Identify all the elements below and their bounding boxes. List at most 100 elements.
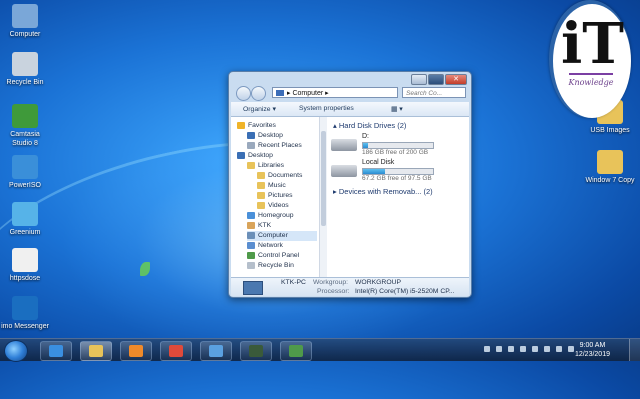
view-options-button[interactable]: ▦ ▾ (391, 105, 403, 113)
chrome-taskbar-button[interactable] (160, 341, 192, 361)
desktop-shortcut[interactable]: PowerISO (0, 155, 50, 190)
drive-item[interactable]: Local Disk 67.2 GB free of 97.5 GB (331, 159, 467, 183)
display-taskbar-button[interactable] (200, 341, 232, 361)
nav-item[interactable]: Homegroup (247, 211, 317, 221)
desktop-shortcut[interactable]: Greenium (0, 202, 50, 237)
desktop-shortcut[interactable]: Recycle Bin (0, 52, 50, 87)
document-icon (12, 248, 38, 272)
title-bar[interactable]: ✕ (229, 72, 471, 86)
desktop-shortcut-label: Computer (9, 31, 41, 38)
tray-icon[interactable] (544, 346, 550, 352)
group-hard-disk-drives[interactable]: ▴ Hard Disk Drives (2) (333, 121, 406, 130)
nav-item[interactable]: Music (257, 181, 317, 191)
nav-item-icon (237, 151, 245, 159)
content-pane: ▴ Hard Disk Drives (2) D: 186 GB free of … (327, 117, 469, 277)
camtasia-taskbar-button[interactable] (280, 341, 312, 361)
clock-time: 9:00 AM (579, 342, 606, 349)
logo-bar (569, 73, 613, 75)
nav-item[interactable]: Libraries (247, 161, 317, 171)
imo-icon (12, 296, 38, 320)
nav-item-icon (247, 161, 255, 169)
volume-icon[interactable] (568, 346, 574, 352)
app-taskbar-button[interactable] (240, 341, 272, 361)
tray-icon[interactable] (520, 346, 526, 352)
desktop-shortcut-label: Camtasia Studio 8 (10, 131, 40, 147)
desktop-shortcut[interactable]: Computer (0, 4, 50, 39)
minimize-button[interactable] (411, 74, 427, 85)
show-desktop-button[interactable] (629, 339, 640, 361)
workgroup-label: Workgroup: (313, 279, 349, 286)
computer-small-icon (276, 90, 284, 96)
channel-logo: iT Knowledge (549, 0, 631, 118)
nav-item[interactable]: Desktop (237, 151, 317, 161)
logo-letters: iT (561, 11, 624, 77)
nav-item-label: Libraries (258, 162, 285, 169)
nav-item-label: Pictures (268, 192, 293, 199)
tray-icon[interactable] (484, 346, 490, 352)
desktop-shortcut-label: Recycle Bin (6, 79, 44, 86)
processor-value: Intel(R) Core(TM) i5-2520M CP... (355, 288, 455, 295)
drive-free-space: 186 GB free of 200 GB (362, 149, 429, 156)
desktop-shortcut[interactable]: httpsdose (0, 248, 50, 283)
nav-item[interactable]: Network (247, 241, 317, 251)
tray-icon[interactable] (496, 346, 502, 352)
nav-item-label: Recent Places (258, 142, 302, 149)
nav-item[interactable]: Control Panel (247, 251, 317, 261)
drive-usage-bar (362, 142, 434, 149)
nav-item[interactable]: Videos (257, 201, 317, 211)
maximize-button[interactable] (428, 74, 444, 85)
desktop-shortcut[interactable]: imo Messenger (0, 296, 50, 331)
tray-icon[interactable] (508, 346, 514, 352)
drive-usage-fill (363, 143, 368, 148)
network-icon[interactable] (556, 346, 562, 352)
nav-item-icon (247, 231, 255, 239)
back-button[interactable] (236, 86, 251, 101)
poweriso-icon (12, 155, 38, 179)
desktop-shortcut-label: Window 7 Copy (585, 177, 635, 184)
computer-icon (243, 281, 263, 295)
nav-item-icon (257, 181, 265, 189)
drive-name: Local Disk (362, 159, 395, 166)
desktop-shortcut[interactable]: Camtasia Studio 8 (0, 104, 50, 148)
workgroup-value: WORKGROUP (355, 279, 402, 286)
ie-taskbar-button[interactable] (40, 341, 72, 361)
system-properties-button[interactable]: System properties (299, 105, 354, 112)
explorer-taskbar-button[interactable] (80, 341, 112, 361)
app-icon (289, 345, 303, 357)
group-removable-devices[interactable]: ▸ Devices with Removab... (2) (333, 187, 433, 196)
drive-usage-fill (363, 169, 385, 174)
address-bar[interactable]: ▸ Computer ▸ (272, 87, 398, 98)
greenium-icon (12, 202, 38, 226)
nav-item[interactable]: Computer (247, 231, 317, 241)
drive-name: D: (362, 133, 369, 140)
scrollbar-thumb[interactable] (321, 131, 326, 226)
drive-item[interactable]: D: 186 GB free of 200 GB (331, 133, 467, 157)
pc-name: KTK-PC (281, 279, 306, 286)
desktop-shortcut[interactable]: Window 7 Copy (585, 150, 635, 185)
forward-button[interactable] (251, 86, 266, 101)
organize-button[interactable]: Organize ▾ (243, 105, 276, 113)
nav-item[interactable]: Favorites (237, 121, 317, 131)
nav-item-icon (257, 171, 265, 179)
navigation-pane: Favorites Desktop Recent Places Desktop Libr… (231, 117, 319, 277)
breadcrumb: Computer (292, 90, 324, 97)
tray-icon[interactable] (532, 346, 538, 352)
nav-item-icon (257, 191, 265, 199)
search-input[interactable]: Search Co... (402, 87, 466, 98)
start-button[interactable] (4, 340, 28, 362)
nav-item-icon (247, 241, 255, 249)
nav-item[interactable]: Recycle Bin (247, 261, 317, 271)
clock[interactable]: 9:00 AM 12/23/2019 (575, 341, 610, 359)
desktop-shortcut-label: imo Messenger (1, 323, 49, 330)
nav-item-label: Desktop (248, 152, 273, 159)
nav-item[interactable]: Pictures (257, 191, 317, 201)
nav-item-label: KTK (258, 222, 272, 229)
nav-item-icon (247, 221, 255, 229)
nav-item[interactable]: Desktop (247, 131, 317, 141)
nav-item[interactable]: Recent Places (247, 141, 317, 151)
nav-item[interactable]: KTK (247, 221, 317, 231)
media-player-taskbar-button[interactable] (120, 341, 152, 361)
nav-scrollbar[interactable] (319, 117, 327, 277)
close-button[interactable]: ✕ (445, 74, 467, 85)
nav-item[interactable]: Documents (257, 171, 317, 181)
